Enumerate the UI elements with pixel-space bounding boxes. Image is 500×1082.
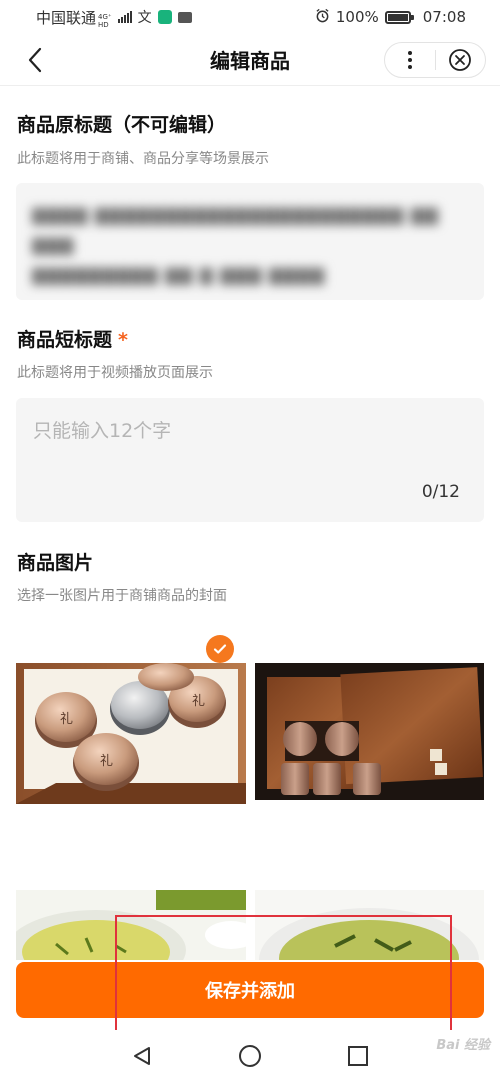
clock-time: 07:08 [422,8,466,26]
home-circle-icon [239,1045,261,1067]
nav-bar: 编辑商品 [0,34,500,86]
back-triangle-icon [134,1047,150,1065]
system-navigation-bar [0,1030,500,1082]
green-tea-image-2 [255,890,484,960]
watermark-logo: Bai 经验 [436,1038,490,1053]
close-circle-icon [449,49,472,71]
images-heading: 商品图片 [17,552,94,574]
chevron-left-icon [28,47,42,73]
carrier-label: 中国联通 [36,8,97,27]
original-title-line-1: ▇▇▇▇ ▇▇▇▇▇▇▇▇▇▇▇▇▇▇▇▇▇▇▇▇▇▇ ▇▇ ▇▇▇ [32,206,439,256]
original-title-description: 此标题将用于商铺、商品分享等场景展示 [17,151,269,167]
required-mark: * [118,329,128,351]
menu-capsule [384,42,486,78]
more-vertical-icon [407,51,412,69]
short-title-placeholder: 只能输入12个字 [33,420,172,442]
battery-percent: 100% [335,8,379,26]
system-back-button[interactable] [126,1040,158,1072]
battery-icon [384,10,414,24]
product-image-green-tea-2[interactable] [255,890,484,960]
more-button[interactable] [385,43,435,77]
product-image-tea-tins[interactable]: 礼 礼 礼 [16,663,246,804]
network-type-label: 4G⁺ HD [98,13,112,29]
char-counter: 0/12 [421,482,460,502]
save-and-add-button[interactable]: 保存并添加 [16,962,484,1018]
images-description: 选择一张图片用于商铺商品的封面 [17,588,227,604]
original-title-line-2: ▇▇▇▇▇▇▇▇▇ ▇▇ ▇ ▇▇▇ ▇▇▇▇ [32,266,326,286]
app-icon [157,10,172,24]
svg-text:礼: 礼 [100,753,113,769]
check-icon [213,644,227,654]
original-title-field: ▇▇▇▇ ▇▇▇▇▇▇▇▇▇▇▇▇▇▇▇▇▇▇▇▇▇▇ ▇▇ ▇▇▇ ▇▇▇▇▇… [16,183,484,300]
product-image-gift-box[interactable] [255,663,484,800]
network-label: 4G⁺ [98,13,112,21]
alarm-icon [315,8,330,27]
translate-icon: 文 [137,10,152,26]
gift-box-image [255,663,484,800]
tea-tins-image: 礼 礼 礼 [16,663,246,804]
original-title-heading: 商品原标题（不可编辑） [17,114,227,136]
close-button[interactable] [435,43,485,77]
network-sub-label: HD [98,21,109,29]
status-bar: 中国联通 4G⁺ HD 文 100% 07:08 [0,0,500,34]
svg-text:礼: 礼 [192,693,205,709]
short-title-description: 此标题将用于视频播放页面展示 [17,365,213,381]
selected-check-badge [206,635,234,663]
briefcase-icon [177,11,192,23]
page-title: 编辑商品 [210,49,290,73]
system-home-button[interactable] [234,1040,266,1072]
green-tea-image-1 [16,890,246,960]
short-title-input[interactable]: 只能输入12个字 0/12 [16,398,484,522]
back-button[interactable] [18,44,52,76]
signal-icon [117,11,132,23]
recents-square-icon [348,1046,368,1066]
product-image-green-tea-1[interactable] [16,890,246,960]
svg-text:礼: 礼 [60,711,73,727]
short-title-heading-text: 商品短标题 [17,329,113,351]
system-recents-button[interactable] [342,1040,374,1072]
short-title-heading: 商品短标题 * [17,325,128,352]
